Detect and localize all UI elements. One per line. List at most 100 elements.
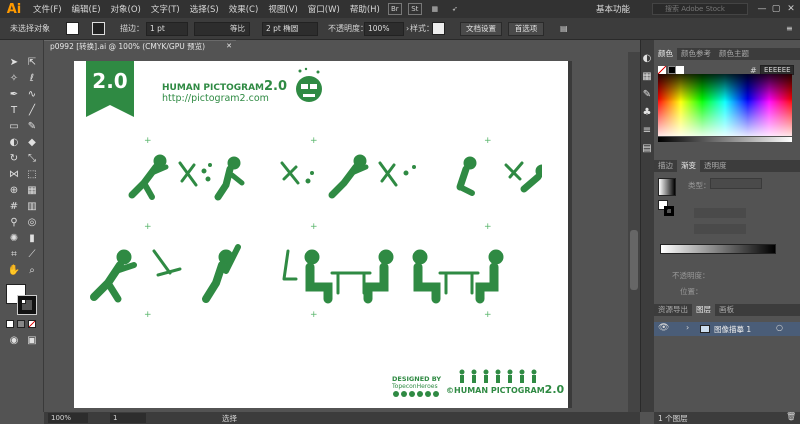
rectangle-tool-icon[interactable]: ▭ [6,120,22,134]
menu-file[interactable]: 文件(F) [28,3,67,15]
document-setup-button[interactable]: 文档设置 [460,22,502,36]
minimize-icon[interactable]: — [756,3,768,15]
stroke-indicator[interactable] [664,206,674,216]
artboard[interactable]: 2.0 HUMAN PICTOGRAM2.0 http://pictogram2… [74,61,568,408]
type-tool-icon[interactable]: T [6,104,22,118]
none-mode-button[interactable] [28,320,36,328]
swatches-icon[interactable]: ▦ [640,70,654,84]
pencil-icon[interactable]: ✎ [24,120,40,134]
grayscale-ramp[interactable] [658,137,792,142]
menu-view[interactable]: 视图(V) [263,3,302,15]
vertical-scrollbar[interactable] [628,52,640,412]
trash-icon[interactable]: 🗑 [786,412,796,421]
screen-mode-icon[interactable]: ▣ [24,334,40,348]
workspace-switcher[interactable]: 基本功能 [596,3,630,15]
scale-tool-icon[interactable]: ⤡ [24,152,40,166]
eraser-icon[interactable]: ◆ [24,136,40,150]
menu-effect[interactable]: 效果(C) [224,3,264,15]
brush-definition[interactable]: 2 pt 椭圆 [262,22,318,36]
layer-name[interactable]: 图像描摹 1 [714,324,751,335]
aspect-field[interactable] [694,224,746,234]
visibility-eye-icon[interactable]: 👁 [658,323,669,333]
stroke-color-box[interactable] [17,295,37,315]
slice-tool-icon[interactable]: ⟋ [24,248,40,262]
menu-select[interactable]: 选择(S) [185,3,224,15]
menu-help[interactable]: 帮助(H) [345,3,385,15]
symbols-icon[interactable]: ♣ [640,106,654,120]
lasso-icon[interactable]: ℓ [24,72,40,86]
perspective-grid-icon[interactable]: ▦ [24,184,40,198]
menu-type[interactable]: 文字(T) [146,3,185,15]
column-graph-icon[interactable]: ▮ [24,232,40,246]
brushes-icon[interactable]: ✎ [640,88,654,102]
width-tool-icon[interactable]: ⋈ [6,168,22,182]
tab-artboards[interactable]: 画板 [715,304,738,316]
stroke-weight-field[interactable]: 1 pt [146,22,188,36]
bridge-icon[interactable]: Br [387,3,402,15]
tab-color[interactable]: 颜色 [654,48,677,60]
curvature-icon[interactable]: ∿ [24,88,40,102]
properties-icon[interactable]: ▤ [640,142,654,156]
gradient-preview[interactable] [658,178,676,196]
black-swatch[interactable] [668,66,676,74]
opacity-field[interactable]: 100% [364,22,404,36]
gradient-slider[interactable] [660,244,776,254]
artboard-number-field[interactable]: 1 [110,413,146,423]
tab-layers[interactable]: 图层 [692,304,715,316]
hand-tool-icon[interactable]: ✋ [6,264,22,278]
color-panel-icon[interactable]: ◐ [640,52,654,66]
fill-swatch[interactable] [66,22,79,35]
selection-tool-icon[interactable]: ➤ [6,56,22,70]
menu-object[interactable]: 对象(O) [106,3,146,15]
align-icon[interactable]: ▤ [560,22,568,36]
tab-color-guide[interactable]: 颜色参考 [677,48,715,60]
document-tab[interactable]: p0992 [转换].ai @ 100% (CMYK/GPU 预览) ✕ [44,40,236,52]
zoom-tool-icon[interactable]: ⌕ [24,264,40,278]
direct-selection-icon[interactable]: ⇱ [24,56,40,70]
variable-width-profile[interactable]: 等比 [194,22,250,36]
tab-stroke[interactable]: 描边 [654,160,677,172]
artboard-tool-icon[interactable]: ⌗ [6,248,22,262]
gpu-performance-icon[interactable]: ➶ [448,3,462,15]
blob-brush-icon[interactable]: ◐ [6,136,22,150]
stock-icon[interactable]: St [407,3,422,15]
draw-mode-icon[interactable]: ◉ [6,334,22,348]
stock-search-input[interactable]: 搜索 Adobe Stock [652,3,748,15]
angle-field[interactable] [694,208,746,218]
close-tab-icon[interactable]: ✕ [226,41,232,52]
expand-chevron-icon[interactable]: › [686,323,689,332]
panel-menu-icon[interactable]: ≡ [786,22,793,36]
target-circle-icon[interactable]: ○ [776,323,783,332]
eyedropper-icon[interactable]: ⚲ [6,216,22,230]
none-swatch[interactable] [658,66,666,74]
gradient-mode-button[interactable] [17,320,25,328]
preferences-button[interactable]: 首选项 [508,22,544,36]
stroke-panel-icon[interactable]: ≡ [640,124,654,138]
magic-wand-icon[interactable]: ✧ [6,72,22,86]
scrollbar-thumb[interactable] [630,230,638,290]
stroke-swatch[interactable] [92,22,105,35]
menu-edit[interactable]: 编辑(E) [67,3,106,15]
zoom-field[interactable]: 100% [48,413,88,423]
white-swatch[interactable] [676,66,684,74]
pen-tool-icon[interactable]: ✒ [6,88,22,102]
line-tool-icon[interactable]: ╱ [24,104,40,118]
chevron-right-icon[interactable]: › [406,22,409,36]
gradient-type-select[interactable] [710,178,762,189]
mesh-tool-icon[interactable]: # [6,200,22,214]
tab-transparency[interactable]: 透明度 [700,160,731,172]
rotate-tool-icon[interactable]: ↻ [6,152,22,166]
free-transform-icon[interactable]: ⬚ [24,168,40,182]
graphic-style-swatch[interactable] [432,22,445,35]
menu-window[interactable]: 窗口(W) [303,3,345,15]
tab-asset-export[interactable]: 资源导出 [654,304,692,316]
tab-color-themes[interactable]: 颜色主题 [715,48,753,60]
blend-tool-icon[interactable]: ◎ [24,216,40,230]
close-icon[interactable]: ✕ [785,3,797,15]
tab-gradient[interactable]: 渐变 [677,160,700,172]
shape-builder-icon[interactable]: ⊕ [6,184,22,198]
maximize-icon[interactable]: ▢ [770,3,782,15]
layer-row[interactable]: 👁 › 图像描摹 1 ○ [654,322,800,336]
color-mode-button[interactable] [6,320,14,328]
arrange-documents-icon[interactable]: ▦ [428,3,442,15]
